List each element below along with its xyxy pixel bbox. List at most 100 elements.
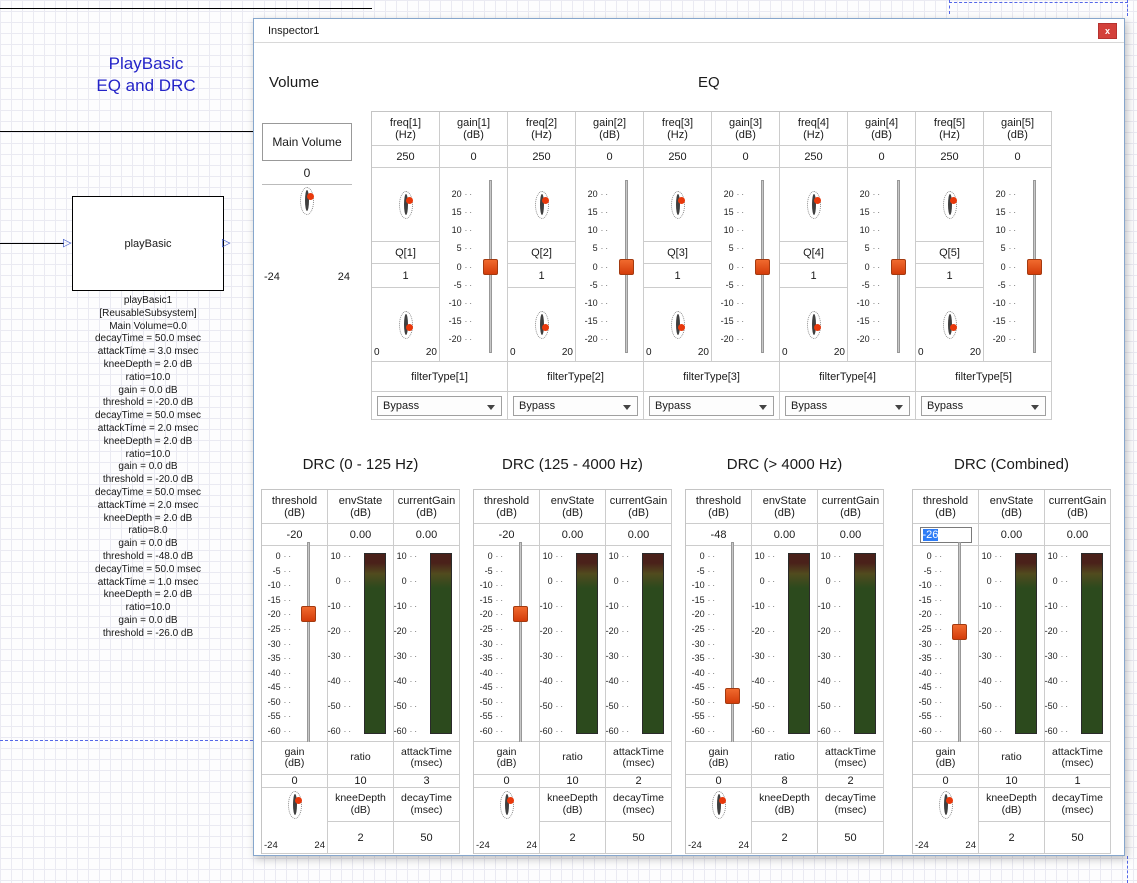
ratio-value[interactable]: 10 [540,775,605,787]
attacktime-value[interactable]: 2 [606,775,671,787]
gain-slider[interactable]: 20151050-5-10-15-20 [576,168,644,362]
gain-slider[interactable]: 20151050-5-10-15-20 [712,168,780,362]
tick-label: -50 [328,701,353,711]
gain-value[interactable]: 0 [913,775,978,787]
freq-knob[interactable] [780,168,848,242]
info-line: attackTime = 3.0 msec [38,346,258,359]
main-volume-knob[interactable]: -24 24 [262,185,352,291]
filter-type-dropdown[interactable]: Bypass [377,396,502,416]
freq-knob[interactable] [644,168,712,242]
q-knob[interactable]: 0 20 [644,288,712,362]
gain-value[interactable]: 0 [576,146,643,167]
q-knob[interactable]: 0 20 [916,288,984,362]
gain-knob-min: -24 [688,840,702,851]
threshold-value[interactable]: -20 [262,524,327,545]
threshold-slider-handle[interactable] [301,606,316,622]
freq-value[interactable]: 250 [508,146,575,167]
gain-value[interactable]: 0 [686,775,751,787]
gain-knob[interactable]: -24 24 [913,788,979,854]
gain-value[interactable]: 0 [440,146,507,167]
kneedepth-value[interactable]: 2 [979,822,1044,853]
attacktime-value[interactable]: 2 [818,775,883,787]
filter-type-dropdown[interactable]: Bypass [649,396,774,416]
threshold-slider[interactable]: 0-5-10-15-20-25-30-35-40-45-50-55-60 [913,546,979,742]
gain-value[interactable]: 0 [474,775,539,787]
gain-slider[interactable]: 20151050-5-10-15-20 [984,168,1052,362]
info-line: threshold = -26.0 dB [38,628,258,641]
tick-label: -50 [1045,701,1070,711]
gain-slider[interactable]: 20151050-5-10-15-20 [440,168,508,362]
ratio-value[interactable]: 8 [752,775,817,787]
filter-type-dropdown[interactable]: Bypass [785,396,910,416]
q-value[interactable]: 1 [372,264,439,287]
q-value[interactable]: 1 [644,264,711,287]
freq-knob[interactable] [508,168,576,242]
threshold-slider[interactable]: 0-5-10-15-20-25-30-35-40-45-50-55-60 [262,546,328,742]
filter-type-dropdown[interactable]: Bypass [513,396,638,416]
decaytime-value[interactable]: 50 [394,822,459,853]
ratio-value[interactable]: 10 [328,775,393,787]
gain-slider[interactable]: 20151050-5-10-15-20 [848,168,916,362]
threshold-slider-handle[interactable] [725,688,740,704]
threshold-slider-handle[interactable] [952,624,967,640]
gain-value[interactable]: 0 [712,146,779,167]
gain-value[interactable]: 0 [262,775,327,787]
q-knob[interactable]: 0 20 [780,288,848,362]
info-line: [ReusableSubsystem] [38,308,258,321]
close-button[interactable]: x [1098,23,1117,39]
attacktime-value[interactable]: 1 [1045,775,1110,787]
q-knob[interactable]: 0 20 [372,288,440,362]
tick-label: -50 [818,701,843,711]
threshold-value[interactable]: -48 [686,524,751,545]
gain-knob[interactable]: -24 24 [686,788,752,854]
decaytime-value[interactable]: 50 [818,822,883,853]
decaytime-label: decayTime [613,793,664,805]
threshold-slider[interactable]: 0-5-10-15-20-25-30-35-40-45-50-55-60 [686,546,752,742]
playbasic-block[interactable]: playBasic [72,196,224,291]
freq-value[interactable]: 250 [644,146,711,167]
freq-knob[interactable] [916,168,984,242]
attacktime-param: attackTime (msec) 1 [1045,742,1111,788]
filter-type-dropdown[interactable]: Bypass [921,396,1046,416]
tick-label: -35 [692,653,717,663]
threshold-value[interactable]: -20 [474,524,539,545]
threshold-slider[interactable]: 0-5-10-15-20-25-30-35-40-45-50-55-60 [474,546,540,742]
gain-value[interactable]: 0 [848,146,915,167]
q-value[interactable]: 1 [508,264,575,287]
filter-type-label: filterType[5] [916,362,1052,392]
knob-indicator [507,797,514,804]
kneedepth-value[interactable]: 2 [328,822,393,853]
gain-slider-handle[interactable] [891,259,906,275]
gain-knob[interactable]: -24 24 [474,788,540,854]
q-value[interactable]: 1 [780,264,847,287]
freq-value[interactable]: 250 [916,146,983,167]
main-volume-value[interactable]: 0 [262,161,352,185]
freq-knob[interactable] [372,168,440,242]
q-knob[interactable]: 0 20 [508,288,576,362]
gain-slider-handle[interactable] [1027,259,1042,275]
threshold-value-field[interactable]: -26 [913,524,978,545]
threshold-slider-handle[interactable] [513,606,528,622]
gain-value[interactable]: 0 [984,146,1051,167]
ratio-value[interactable]: 10 [979,775,1044,787]
kneedepth-value[interactable]: 2 [540,822,605,853]
gain-slider-handle[interactable] [619,259,634,275]
freq-value[interactable]: 250 [372,146,439,167]
freq-value[interactable]: 250 [780,146,847,167]
gain-knob[interactable]: -24 24 [262,788,328,854]
attacktime-value[interactable]: 3 [394,775,459,787]
gain-unit: (dB) [936,758,956,770]
gain-label: gain[5] [1001,117,1034,129]
threshold-edit-input[interactable]: -26 [920,527,972,543]
kneedepth-param: kneeDepth (dB) 2 [328,788,394,854]
currentgain-unit: (dB) [628,507,649,519]
gain-slider-handle[interactable] [755,259,770,275]
tick-label: 15 [452,207,474,217]
window-titlebar[interactable]: Inspector1 x [254,19,1124,43]
drc-combined: threshold (dB) -26 envState (dB) 0.00 cu… [912,489,1111,854]
decaytime-value[interactable]: 50 [1045,822,1110,853]
decaytime-value[interactable]: 50 [606,822,671,853]
q-value[interactable]: 1 [916,264,983,287]
gain-slider-handle[interactable] [483,259,498,275]
kneedepth-value[interactable]: 2 [752,822,817,853]
